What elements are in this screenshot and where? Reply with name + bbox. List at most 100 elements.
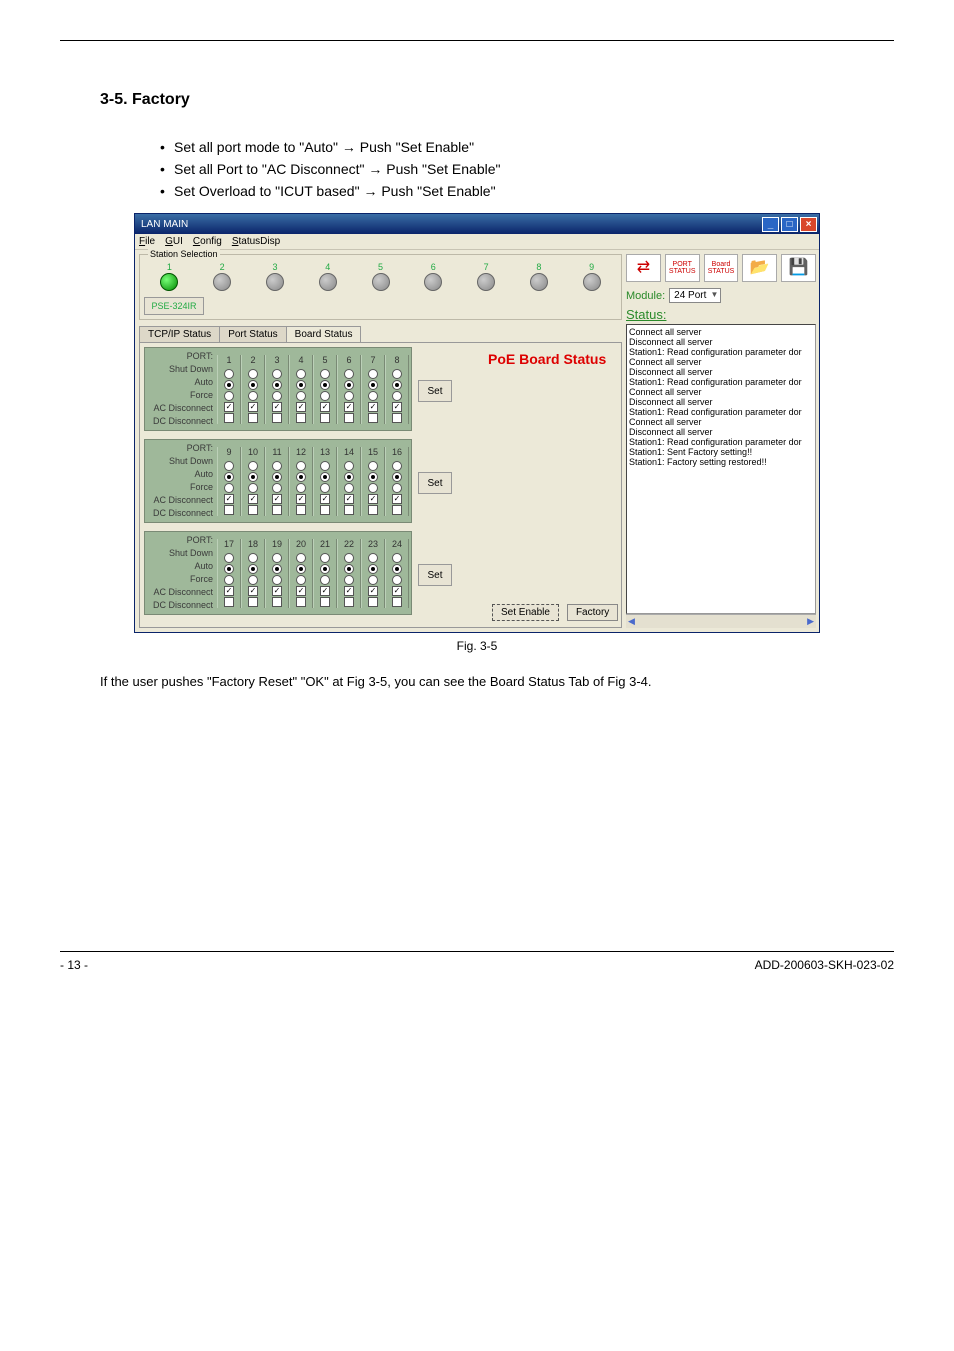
force-radio[interactable] bbox=[296, 575, 306, 585]
scroll-right-icon[interactable]: ▶ bbox=[807, 616, 814, 627]
force-radio[interactable] bbox=[320, 575, 330, 585]
force-radio[interactable] bbox=[224, 483, 234, 493]
dc-disconnect-checkbox[interactable] bbox=[320, 413, 330, 423]
ac-disconnect-checkbox[interactable]: ✓ bbox=[296, 402, 306, 412]
auto-radio[interactable] bbox=[344, 380, 354, 390]
shutdown-radio[interactable] bbox=[224, 369, 234, 379]
ac-disconnect-checkbox[interactable]: ✓ bbox=[392, 586, 402, 596]
auto-radio[interactable] bbox=[224, 564, 234, 574]
ac-disconnect-checkbox[interactable]: ✓ bbox=[344, 586, 354, 596]
ac-disconnect-checkbox[interactable]: ✓ bbox=[224, 494, 234, 504]
dc-disconnect-checkbox[interactable] bbox=[248, 597, 258, 607]
ac-disconnect-checkbox[interactable]: ✓ bbox=[344, 494, 354, 504]
ac-disconnect-checkbox[interactable]: ✓ bbox=[224, 586, 234, 596]
ac-disconnect-checkbox[interactable]: ✓ bbox=[248, 586, 258, 596]
auto-radio[interactable] bbox=[296, 380, 306, 390]
dc-disconnect-checkbox[interactable] bbox=[344, 597, 354, 607]
shutdown-radio[interactable] bbox=[296, 553, 306, 563]
auto-radio[interactable] bbox=[368, 564, 378, 574]
shutdown-radio[interactable] bbox=[368, 369, 378, 379]
ac-disconnect-checkbox[interactable]: ✓ bbox=[296, 586, 306, 596]
dc-disconnect-checkbox[interactable] bbox=[224, 505, 234, 515]
ac-disconnect-checkbox[interactable]: ✓ bbox=[368, 494, 378, 504]
tab-board-status[interactable]: Board Status bbox=[286, 326, 362, 342]
force-radio[interactable] bbox=[392, 391, 402, 401]
menu-file[interactable]: File bbox=[139, 236, 155, 247]
auto-radio[interactable] bbox=[224, 380, 234, 390]
auto-radio[interactable] bbox=[344, 564, 354, 574]
force-radio[interactable] bbox=[368, 391, 378, 401]
shutdown-radio[interactable] bbox=[248, 461, 258, 471]
force-radio[interactable] bbox=[344, 575, 354, 585]
station-8[interactable]: 8 bbox=[513, 262, 564, 291]
tab-port-status[interactable]: Port Status bbox=[219, 326, 286, 342]
force-radio[interactable] bbox=[344, 391, 354, 401]
ac-disconnect-checkbox[interactable]: ✓ bbox=[272, 402, 282, 412]
dc-disconnect-checkbox[interactable] bbox=[392, 505, 402, 515]
dc-disconnect-checkbox[interactable] bbox=[392, 413, 402, 423]
auto-radio[interactable] bbox=[224, 472, 234, 482]
dc-disconnect-checkbox[interactable] bbox=[320, 505, 330, 515]
dc-disconnect-checkbox[interactable] bbox=[392, 597, 402, 607]
ac-disconnect-checkbox[interactable]: ✓ bbox=[344, 402, 354, 412]
dc-disconnect-checkbox[interactable] bbox=[296, 413, 306, 423]
auto-radio[interactable] bbox=[392, 380, 402, 390]
station-3[interactable]: 3 bbox=[250, 262, 301, 291]
dc-disconnect-checkbox[interactable] bbox=[368, 413, 378, 423]
station-4[interactable]: 4 bbox=[302, 262, 353, 291]
port-status-button[interactable]: PORT STATUS bbox=[665, 254, 700, 282]
set-button[interactable]: Set bbox=[418, 380, 452, 402]
maximize-button[interactable]: □ bbox=[781, 217, 798, 232]
dc-disconnect-checkbox[interactable] bbox=[296, 505, 306, 515]
menu-statusdisp[interactable]: StatusDisp bbox=[232, 236, 280, 247]
shutdown-radio[interactable] bbox=[320, 461, 330, 471]
factory-button[interactable]: Factory bbox=[567, 604, 618, 621]
dc-disconnect-checkbox[interactable] bbox=[272, 597, 282, 607]
auto-radio[interactable] bbox=[320, 380, 330, 390]
ac-disconnect-checkbox[interactable]: ✓ bbox=[368, 586, 378, 596]
shutdown-radio[interactable] bbox=[248, 553, 258, 563]
shutdown-radio[interactable] bbox=[296, 369, 306, 379]
force-radio[interactable] bbox=[368, 575, 378, 585]
force-radio[interactable] bbox=[392, 483, 402, 493]
ac-disconnect-checkbox[interactable]: ✓ bbox=[248, 494, 258, 504]
force-radio[interactable] bbox=[224, 391, 234, 401]
station-9[interactable]: 9 bbox=[566, 262, 617, 291]
force-radio[interactable] bbox=[272, 483, 282, 493]
save-icon[interactable]: 💾 bbox=[781, 254, 816, 282]
shutdown-radio[interactable] bbox=[392, 553, 402, 563]
shutdown-radio[interactable] bbox=[272, 369, 282, 379]
ac-disconnect-checkbox[interactable]: ✓ bbox=[272, 494, 282, 504]
dc-disconnect-checkbox[interactable] bbox=[224, 413, 234, 423]
force-radio[interactable] bbox=[272, 575, 282, 585]
force-radio[interactable] bbox=[296, 391, 306, 401]
force-radio[interactable] bbox=[224, 575, 234, 585]
force-radio[interactable] bbox=[392, 575, 402, 585]
auto-radio[interactable] bbox=[368, 380, 378, 390]
force-radio[interactable] bbox=[248, 483, 258, 493]
ac-disconnect-checkbox[interactable]: ✓ bbox=[320, 494, 330, 504]
auto-radio[interactable] bbox=[368, 472, 378, 482]
shutdown-radio[interactable] bbox=[368, 461, 378, 471]
dc-disconnect-checkbox[interactable] bbox=[344, 505, 354, 515]
close-button[interactable]: × bbox=[800, 217, 817, 232]
auto-radio[interactable] bbox=[296, 564, 306, 574]
force-radio[interactable] bbox=[320, 391, 330, 401]
force-radio[interactable] bbox=[320, 483, 330, 493]
auto-radio[interactable] bbox=[248, 380, 258, 390]
ac-disconnect-checkbox[interactable]: ✓ bbox=[296, 494, 306, 504]
shutdown-radio[interactable] bbox=[368, 553, 378, 563]
shutdown-radio[interactable] bbox=[344, 553, 354, 563]
shutdown-radio[interactable] bbox=[224, 553, 234, 563]
model-button[interactable]: PSE-324IR bbox=[144, 297, 204, 315]
dc-disconnect-checkbox[interactable] bbox=[368, 505, 378, 515]
dc-disconnect-checkbox[interactable] bbox=[272, 505, 282, 515]
station-5[interactable]: 5 bbox=[355, 262, 406, 291]
force-radio[interactable] bbox=[344, 483, 354, 493]
auto-radio[interactable] bbox=[296, 472, 306, 482]
auto-radio[interactable] bbox=[320, 472, 330, 482]
auto-radio[interactable] bbox=[272, 380, 282, 390]
force-radio[interactable] bbox=[248, 575, 258, 585]
dc-disconnect-checkbox[interactable] bbox=[224, 597, 234, 607]
module-select[interactable]: 24 Port bbox=[669, 288, 721, 303]
